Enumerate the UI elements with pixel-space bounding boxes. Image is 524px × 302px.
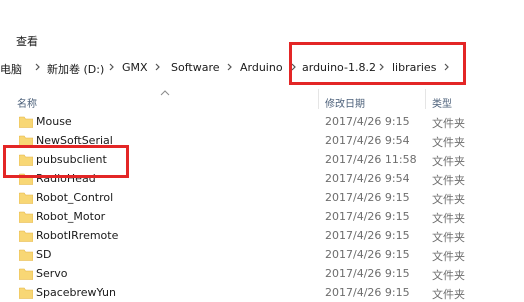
file-type: 文件夹 — [432, 193, 465, 206]
folder-icon — [19, 268, 33, 280]
file-date: 2017/4/26 9:15 — [325, 286, 410, 299]
file-type: 文件夹 — [432, 212, 465, 225]
file-date: 2017/4/26 9:15 — [325, 115, 410, 128]
folder-icon — [19, 116, 33, 128]
file-date: 2017/4/26 9:15 — [325, 267, 410, 280]
chevron-right-icon[interactable] — [153, 60, 163, 74]
file-date: 2017/4/26 9:15 — [325, 248, 410, 261]
list-item[interactable]: Robot_Motor 2017/4/26 9:15 文件夹 — [0, 208, 524, 227]
highlight-box-pubsubclient — [3, 145, 129, 178]
list-item[interactable]: SpacebrewYun 2017/4/26 9:15 文件夹 — [0, 284, 524, 301]
file-type: 文件夹 — [432, 231, 465, 244]
file-date: 2017/4/26 9:15 — [325, 229, 410, 242]
list-item[interactable]: SD 2017/4/26 9:15 文件夹 — [0, 246, 524, 265]
file-name: Robot_Motor — [36, 210, 106, 223]
column-header-modified[interactable]: 修改日期 — [325, 95, 365, 110]
file-name: RobotIRremote — [36, 229, 119, 242]
sort-up-icon — [160, 86, 170, 99]
chevron-right-icon[interactable] — [225, 60, 235, 74]
file-date: 2017/4/26 9:54 — [325, 134, 410, 147]
file-date: 2017/4/26 9:15 — [325, 210, 410, 223]
file-date: 2017/4/26 11:58 — [325, 153, 417, 166]
breadcrumb-item-software[interactable]: Software — [171, 61, 220, 74]
list-item[interactable]: Servo 2017/4/26 9:15 文件夹 — [0, 265, 524, 284]
breadcrumb-item-pc[interactable]: 电脑 — [0, 61, 22, 77]
file-name: SD — [36, 248, 52, 261]
file-type: 文件夹 — [432, 250, 465, 263]
list-item[interactable]: RobotIRremote 2017/4/26 9:15 文件夹 — [0, 227, 524, 246]
file-type: 文件夹 — [432, 136, 465, 149]
folder-icon — [19, 211, 33, 223]
file-type: 文件夹 — [432, 269, 465, 282]
folder-icon — [19, 249, 33, 261]
breadcrumb-item-arduino[interactable]: Arduino — [240, 61, 283, 74]
folder-icon — [19, 287, 33, 299]
highlight-box-path — [289, 42, 466, 85]
file-date: 2017/4/26 9:54 — [325, 172, 410, 185]
file-type: 文件夹 — [432, 174, 465, 187]
file-type: 文件夹 — [432, 155, 465, 168]
file-type: 文件夹 — [432, 117, 465, 130]
column-divider[interactable] — [318, 89, 319, 109]
file-name: Mouse — [36, 115, 72, 128]
breadcrumb-item-gmx[interactable]: GMX — [122, 61, 148, 74]
column-header-name[interactable]: 名称 — [17, 95, 37, 110]
file-name: Servo — [36, 267, 68, 280]
folder-icon — [19, 192, 33, 204]
tab-view[interactable]: 查看 — [16, 33, 38, 49]
folder-icon — [19, 230, 33, 242]
file-name: SpacebrewYun — [36, 286, 116, 299]
file-date: 2017/4/26 9:15 — [325, 191, 410, 204]
list-item[interactable]: Robot_Control 2017/4/26 9:15 文件夹 — [0, 189, 524, 208]
breadcrumb-item-drive[interactable]: 新加卷 (D:) — [47, 61, 104, 77]
column-divider[interactable] — [425, 89, 426, 109]
list-item[interactable]: Mouse 2017/4/26 9:15 文件夹 — [0, 113, 524, 132]
column-header-type[interactable]: 类型 — [432, 95, 452, 110]
file-name: Robot_Control — [36, 191, 114, 204]
chevron-right-icon[interactable] — [107, 60, 117, 74]
chevron-right-icon[interactable] — [33, 60, 43, 74]
